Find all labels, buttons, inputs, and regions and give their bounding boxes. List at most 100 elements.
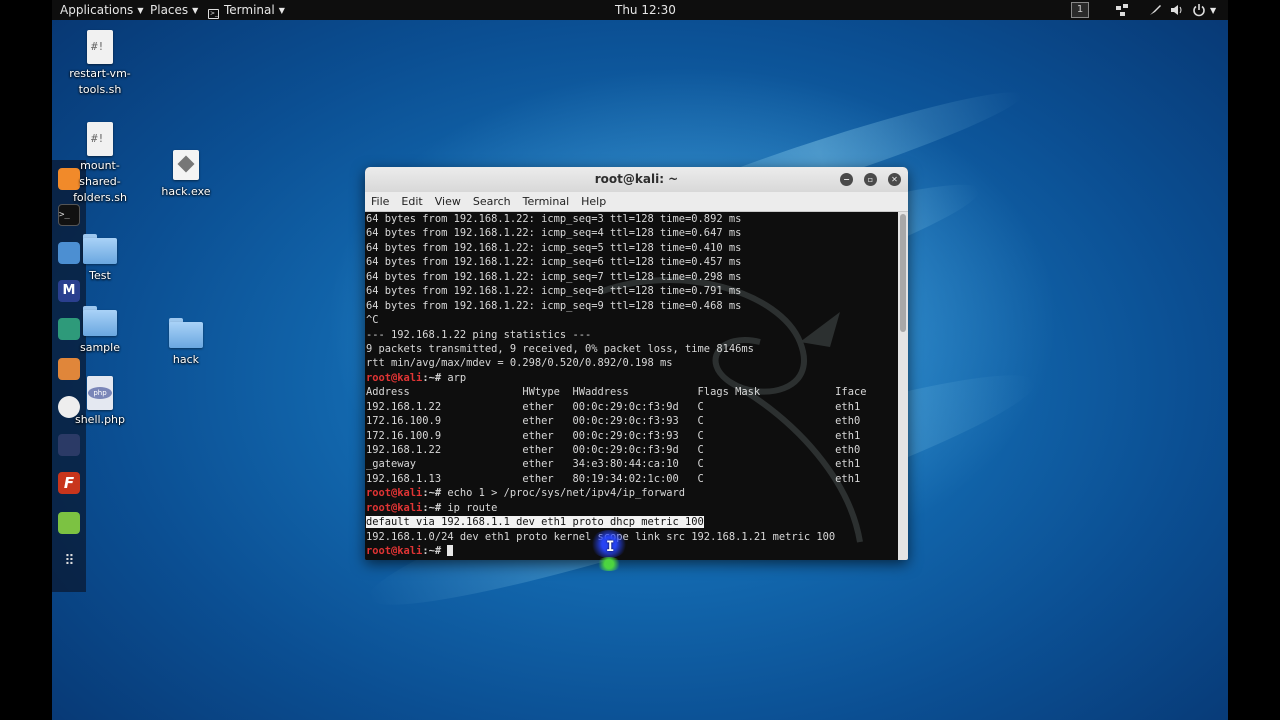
arp-table-header: Address HWtype HWaddress Flags Mask Ifac… [366,386,867,399]
minimize-button[interactable]: − [840,173,853,186]
desktop-icon-sample-folder[interactable]: sample [55,306,145,356]
folder-icon [169,318,203,348]
terminal-app-label: Terminal [224,3,275,17]
desktop-icon-label: mount- shared- folders.sh [73,159,127,204]
terminal-command-line: root@kali:~# arp [366,371,866,385]
click-highlight-secondary [596,557,622,571]
text-cursor [447,545,454,557]
file-glyph: php [88,387,112,399]
prompt-user: root@kali [366,545,423,558]
terminal-line: ^C [366,314,379,327]
window-title: root@kali: ~ [594,172,679,186]
arp-table-row: 192.168.1.13 ether 80:19:34:02:1c:00 C e… [366,472,861,485]
chevron-down-icon: ▼ [192,6,199,15]
terminal-line: 64 bytes from 192.168.1.22: icmp_seq=3 t… [366,213,742,225]
terminal-window[interactable]: root@kali: ~ − ▫ ✕ File Edit View Search Ter… [365,167,908,560]
chevron-down-icon[interactable]: ▼ [1210,3,1216,19]
applications-label: Applications [60,3,134,17]
command-text: echo 1 > /proc/sys/net/ipv4/ip_forward [447,487,686,500]
prompt-path: :~# [422,501,448,514]
selected-text[interactable]: default via 192.168.1.1 dev eth1 proto d… [366,516,704,529]
terminal-line: 9 packets transmitted, 9 received, 0% pa… [366,342,754,355]
file-glyph: #! [91,40,105,53]
prompt-path: :~# [422,487,448,500]
script-file-icon: #! [87,122,113,156]
desktop-icon-label: hack [172,353,200,366]
desktop-icon-mount-shared-folders[interactable]: #! mount- shared- folders.sh [55,122,145,206]
scrollbar-thumb[interactable] [900,214,906,332]
arp-table-row: 172.16.100.9 ether 00:0c:29:0c:f3:93 C e… [366,429,861,442]
prompt-path: :~# [422,371,448,384]
command-text: ip route [447,501,498,514]
chevron-down-icon: ▼ [278,6,285,15]
close-button[interactable]: ✕ [888,173,901,186]
executable-icon [173,150,199,180]
text-editor-icon[interactable] [58,512,80,534]
volume-icon[interactable] [1170,3,1184,17]
prompt-user: root@kali [366,371,423,384]
file-glyph: #! [91,132,105,145]
terminal-line: 64 bytes from 192.168.1.22: icmp_seq=5 t… [366,241,742,254]
command-text: arp [447,371,467,384]
window-titlebar[interactable]: root@kali: ~ − ▫ ✕ [365,167,908,192]
maximize-button[interactable]: ▫ [864,173,877,186]
script-file-icon: #! [87,30,113,64]
clock[interactable]: Thu 12:30 [615,2,676,18]
terminal-command-line: root@kali:~# echo 1 > /proc/sys/net/ipv4… [366,486,866,500]
top-panel: Applications ▼ Places ▼ >_ Terminal ▼ Thu 12… [52,0,1228,20]
arp-table-row: _gateway ether 34:e3:80:44:ca:10 C eth1 [366,458,861,471]
menu-search[interactable]: Search [467,192,517,212]
scrollbar[interactable] [898,212,908,560]
terminal-line: rtt min/avg/max/mdev = 0.298/0.520/0.892… [366,357,673,370]
prompt-user: root@kali [366,487,423,500]
desktop-icon-hack-folder[interactable]: hack [141,318,231,368]
arp-table-row: 192.168.1.22 ether 00:0c:29:0c:f3:9d C e… [366,444,861,456]
desktop-icon-label: shell.php [74,413,125,426]
prompt-path: :~# [422,545,448,558]
workspace-indicator[interactable]: 1 [1071,2,1089,18]
prompt-user: root@kali [366,501,423,514]
terminal-line: --- 192.168.1.22 ping statistics --- [366,328,592,341]
menu-file[interactable]: File [365,192,395,212]
terminal-menubar: File Edit View Search Terminal Help [365,192,908,212]
terminal-line: 64 bytes from 192.168.1.22: icmp_seq=9 t… [366,299,742,312]
beef-icon[interactable] [58,434,80,456]
places-label: Places [150,3,189,17]
desktop-icon-label: Test [89,269,111,282]
route-default-line: default via 192.168.1.1 dev eth1 proto d… [366,515,866,529]
power-icon[interactable] [1192,3,1206,17]
menu-help[interactable]: Help [575,192,612,212]
terminal-output[interactable]: 64 bytes from 192.168.1.22: icmp_seq=3 t… [365,212,898,560]
php-file-icon: php [87,376,113,410]
desktop-icon-label: hack.exe [161,185,211,198]
network-icon[interactable] [1115,3,1129,17]
places-menu[interactable]: Places ▼ [150,2,198,18]
menu-edit[interactable]: Edit [395,192,428,212]
chevron-down-icon: ▼ [137,6,144,15]
folder-icon [83,306,117,336]
terminal-line: 64 bytes from 192.168.1.22: icmp_seq=8 t… [366,285,742,298]
desktop-icon-test-folder[interactable]: Test [55,234,145,284]
desktop-icon-label: sample [80,341,120,354]
desktop-icon-shell-php[interactable]: php shell.php [55,376,145,428]
menu-view[interactable]: View [429,192,467,212]
folder-icon [83,234,117,264]
arp-table-row: 172.16.100.9 ether 00:0c:29:0c:f3:93 C e… [366,415,861,428]
menu-terminal[interactable]: Terminal [517,192,576,212]
terminal-icon[interactable]: >_ [58,204,80,226]
terminal-icon: >_ [208,9,219,19]
applications-menu[interactable]: Applications ▼ [60,2,143,18]
app-grid-icon[interactable]: ⠿ [58,550,80,572]
desktop-icon-label: restart-vm- tools.sh [69,67,131,96]
arp-table-row: 192.168.1.22 ether 00:0c:29:0c:f3:9d C e… [366,400,861,413]
faraday-icon[interactable]: F [58,472,80,494]
terminal-command-line: root@kali:~# ip route [366,501,866,515]
ibeam-cursor-icon: I [606,539,615,555]
desktop-icon-restart-vm-tools[interactable]: #! restart-vm- tools.sh [55,30,145,98]
terminal-line: 64 bytes from 192.168.1.22: icmp_seq=7 t… [366,270,742,283]
terminal-line: 64 bytes from 192.168.1.22: icmp_seq=6 t… [366,256,742,269]
terminal-app-menu[interactable]: >_ Terminal ▼ [208,2,285,19]
desktop-icon-hack-exe[interactable]: hack.exe [141,150,231,200]
brush-icon[interactable] [1148,3,1162,17]
terminal-line: 64 bytes from 192.168.1.22: icmp_seq=4 t… [366,227,742,240]
